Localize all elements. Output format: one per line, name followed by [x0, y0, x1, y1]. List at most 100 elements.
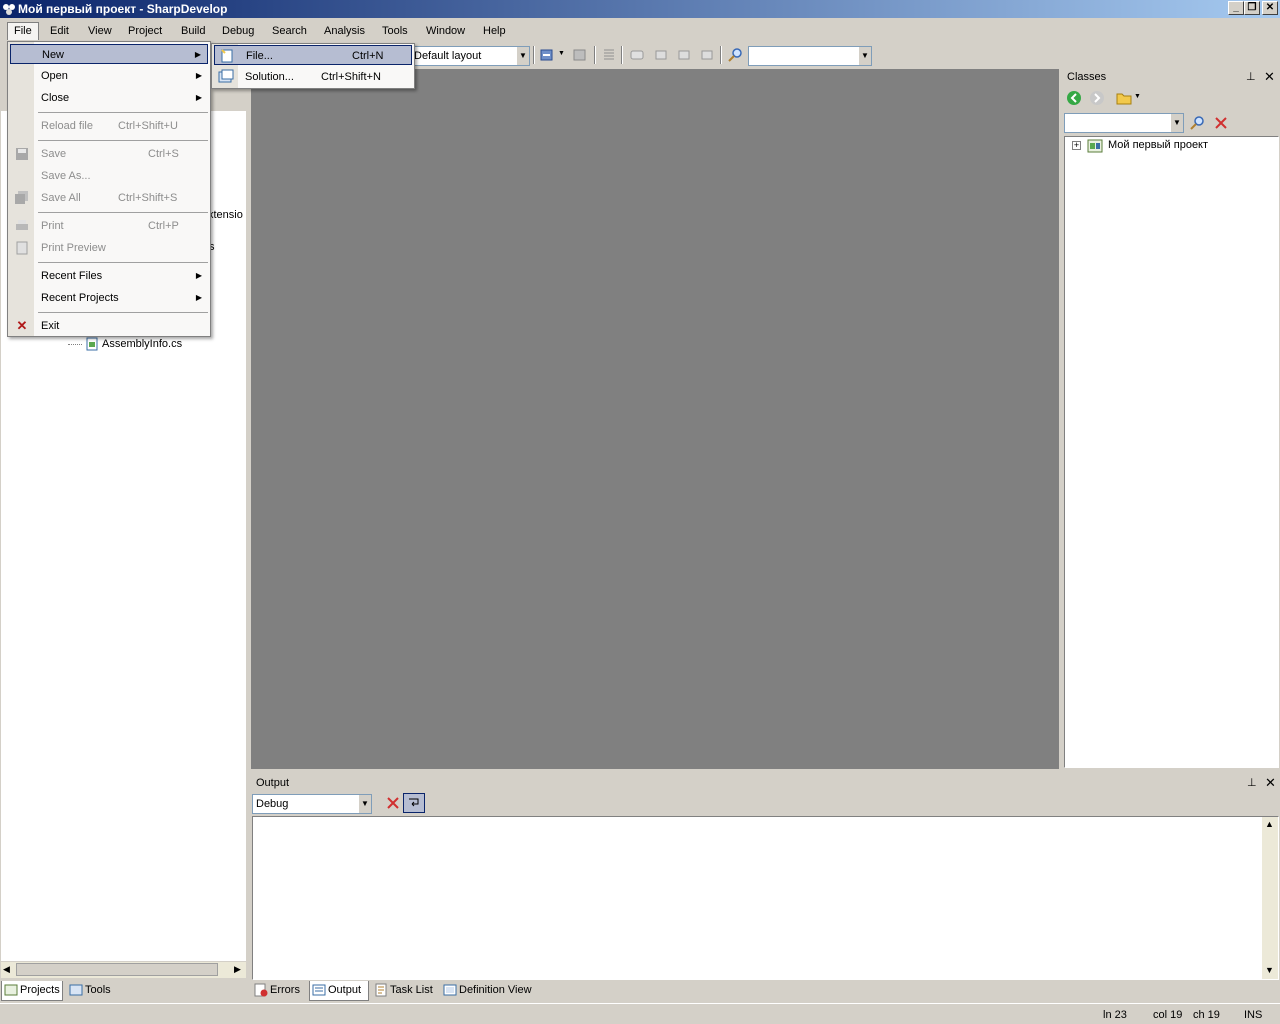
folder-options-icon[interactable]	[1116, 90, 1132, 106]
menu-item-save-all-label: Save All	[41, 192, 81, 204]
navigate-forward-icon[interactable]	[572, 47, 588, 63]
find-icon[interactable]	[727, 47, 743, 63]
menu-bar: File Edit View Project Build Debug Searc…	[0, 20, 1280, 42]
menu-item-print-preview[interactable]: Print Preview	[10, 238, 208, 258]
scroll-left-icon[interactable]: ◀	[3, 964, 10, 975]
clear-output-icon[interactable]	[385, 795, 401, 811]
tab-projects[interactable]: Projects	[1, 981, 63, 1001]
classes-tree[interactable]: + Мой первый проект	[1064, 136, 1279, 768]
chevron-down-icon[interactable]: ▼	[859, 47, 871, 65]
menu-help[interactable]: Help	[477, 22, 512, 40]
close-window-button[interactable]: ✕	[1262, 1, 1278, 15]
menu-item-recent-files[interactable]: Recent Files ▶	[10, 266, 208, 286]
menu-project[interactable]: Project	[122, 22, 168, 40]
tab-errors[interactable]: Errors	[252, 981, 306, 1001]
classes-title: Classes	[1067, 71, 1107, 83]
comment-icon[interactable]	[601, 47, 617, 63]
classes-search-combo[interactable]: ▼	[1064, 113, 1184, 133]
menu-item-close[interactable]: Close ▶	[10, 88, 208, 108]
status-line: ln 23	[1103, 1009, 1127, 1021]
chevron-down-icon[interactable]: ▼	[359, 795, 371, 813]
navigate-dropdown-icon[interactable]: ▼	[558, 50, 565, 57]
pin-icon[interactable]: ⊥	[1247, 776, 1257, 789]
word-wrap-toggle[interactable]	[403, 793, 425, 813]
project-icon	[1087, 139, 1103, 153]
classes-tree-root[interactable]: Мой первый проект	[1108, 139, 1208, 151]
menu-shortcut: Ctrl+Shift+S	[118, 192, 178, 204]
bookmark-prev-icon[interactable]	[653, 47, 669, 63]
menu-item-new[interactable]: New ▶	[10, 44, 208, 64]
exit-icon: ✕	[16, 318, 28, 333]
tree-item-partial[interactable]: xtensio	[208, 209, 243, 221]
forward-icon[interactable]	[1089, 90, 1105, 106]
menu-item-reload-file[interactable]: Reload file Ctrl+Shift+U	[10, 116, 208, 136]
scrollbar-thumb[interactable]	[16, 963, 218, 976]
scroll-right-icon[interactable]: ▶	[234, 964, 241, 975]
navigate-back-icon[interactable]	[539, 47, 555, 63]
menu-view[interactable]: View	[82, 22, 118, 40]
menu-shortcut: Ctrl+Shift+U	[118, 120, 178, 132]
search-icon[interactable]	[1189, 115, 1205, 131]
tab-definition-view[interactable]: Definition View	[441, 981, 537, 1001]
menu-item-save-label: Save	[41, 148, 67, 160]
close-pad-icon[interactable]: ✕	[1264, 69, 1275, 85]
horizontal-scrollbar[interactable]: ◀ ▶	[1, 962, 246, 978]
tab-output[interactable]: Output	[309, 981, 369, 1001]
menu-item-new-file-label: File...	[246, 50, 273, 62]
menu-item-print-preview-label: Print Preview	[41, 242, 106, 254]
menu-tools[interactable]: Tools	[376, 22, 414, 40]
menu-item-new-file[interactable]: File... Ctrl+N	[214, 45, 412, 65]
close-pad-icon[interactable]: ✕	[1265, 775, 1276, 791]
menu-analysis[interactable]: Analysis	[318, 22, 371, 40]
tree-item-assemblyinfo[interactable]: AssemblyInfo.cs	[102, 338, 182, 350]
menu-search[interactable]: Search	[266, 22, 313, 40]
output-icon	[312, 984, 326, 996]
new-submenu: File... Ctrl+N Solution... Ctrl+Shift+N	[211, 43, 415, 89]
expand-icon[interactable]: +	[1072, 141, 1081, 150]
chevron-down-icon[interactable]: ▼	[1171, 114, 1183, 132]
menu-separator	[38, 262, 208, 263]
menu-item-save-all[interactable]: Save All Ctrl+Shift+S	[10, 188, 208, 208]
chevron-down-icon[interactable]: ▼	[1134, 93, 1141, 100]
scroll-down-icon[interactable]: ▼	[1265, 965, 1274, 975]
layout-combo-value: Default layout	[414, 50, 482, 62]
output-text-area[interactable]: ▲ ▼	[252, 816, 1279, 980]
menu-item-recent-projects-label: Recent Projects	[41, 292, 119, 304]
menu-shortcut: Ctrl+S	[148, 148, 179, 160]
layout-combo[interactable]: Default layout ▼	[410, 46, 530, 66]
vertical-scrollbar[interactable]: ▲ ▼	[1262, 817, 1278, 979]
bookmark-clear-icon[interactable]	[699, 47, 715, 63]
tab-task-list[interactable]: Task List	[372, 981, 438, 1001]
menu-debug[interactable]: Debug	[216, 22, 260, 40]
menu-item-open[interactable]: Open ▶	[10, 66, 208, 86]
bookmark-next-icon[interactable]	[676, 47, 692, 63]
menu-window[interactable]: Window	[420, 22, 471, 40]
menu-item-print[interactable]: Print Ctrl+P	[10, 216, 208, 236]
editor-area[interactable]	[251, 69, 1059, 769]
bookmark-toggle-icon[interactable]	[629, 47, 645, 63]
menu-build[interactable]: Build	[175, 22, 211, 40]
title-bar[interactable]: Мой первый проект - SharpDevelop _ ❐ ✕	[0, 0, 1280, 18]
tab-tools[interactable]: Tools	[67, 981, 119, 1001]
errors-icon	[254, 983, 268, 997]
save-all-icon	[15, 191, 28, 204]
minimize-button[interactable]: _	[1228, 1, 1244, 15]
chevron-down-icon[interactable]: ▼	[517, 47, 529, 65]
menu-file[interactable]: File	[7, 22, 39, 40]
menu-item-save-as[interactable]: Save As...	[10, 166, 208, 186]
menu-item-new-solution[interactable]: Solution... Ctrl+Shift+N	[214, 67, 412, 87]
clear-search-icon[interactable]	[1213, 115, 1229, 131]
output-category-combo[interactable]: Debug ▼	[252, 794, 372, 814]
sharpdevelop-app-icon[interactable]	[2, 2, 16, 16]
restore-button[interactable]: ❐	[1244, 1, 1260, 15]
scroll-up-icon[interactable]: ▲	[1265, 819, 1274, 829]
menu-item-recent-projects[interactable]: Recent Projects ▶	[10, 288, 208, 308]
back-icon[interactable]	[1066, 90, 1082, 106]
classes-pad: Classes ⊥ ✕ ▼ ▼ + Мой первый проект	[1063, 69, 1280, 769]
menu-item-exit[interactable]: ✕ Exit	[10, 316, 208, 336]
menu-item-save[interactable]: Save Ctrl+S	[10, 144, 208, 164]
toolbar-search-combo[interactable]: ▼	[748, 46, 872, 66]
menu-edit[interactable]: Edit	[44, 22, 75, 40]
print-icon	[16, 220, 28, 230]
pin-icon[interactable]: ⊥	[1246, 70, 1256, 83]
